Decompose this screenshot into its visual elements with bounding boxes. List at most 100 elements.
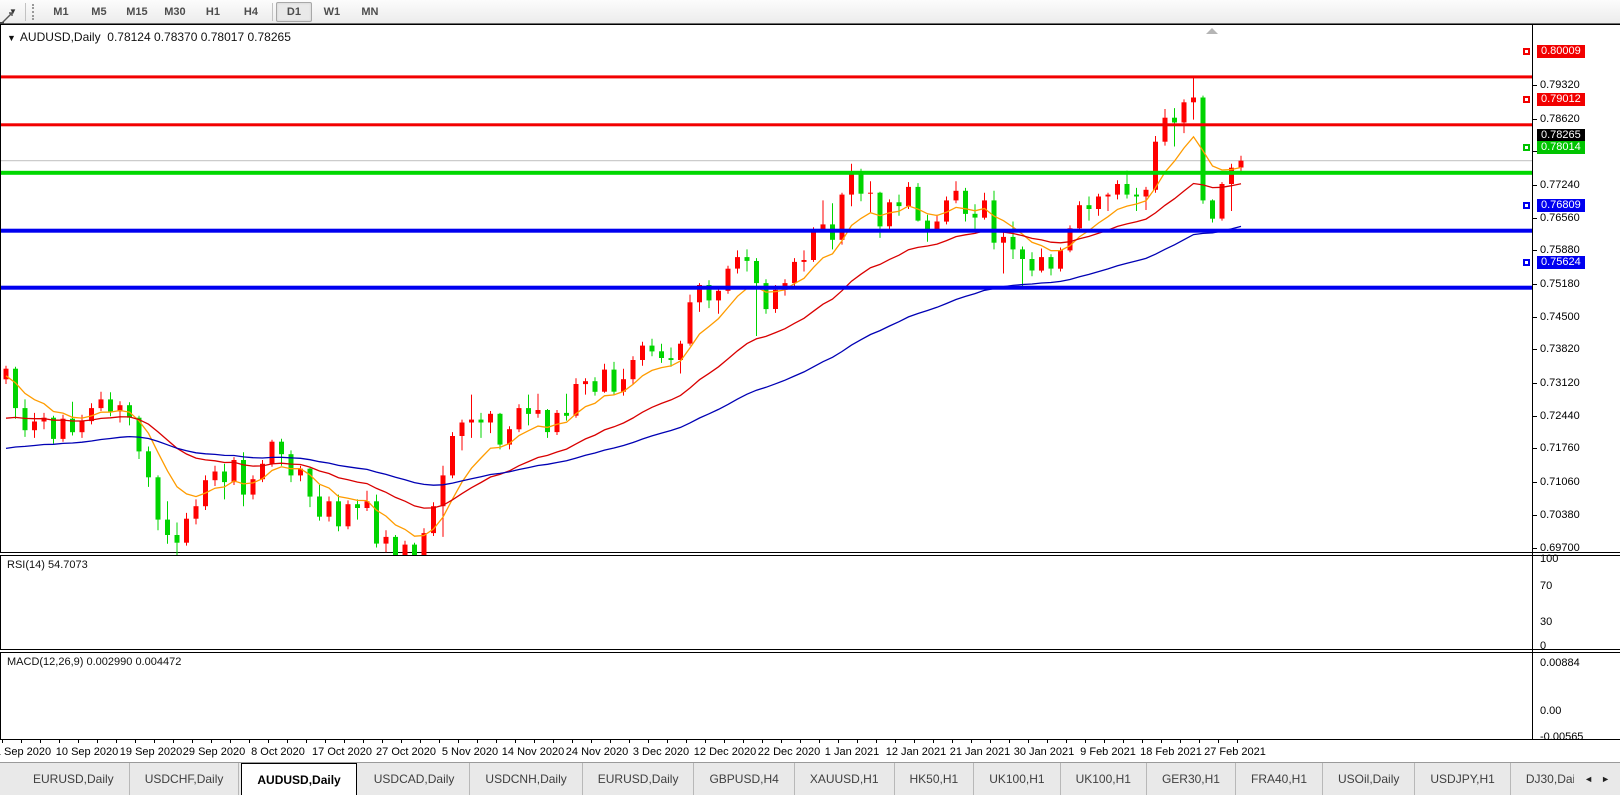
chart-tab-usdcad-daily[interactable]: USDCAD,Daily — [359, 763, 471, 795]
axis-tick-label: 0.72440 — [1540, 410, 1580, 422]
candle — [327, 497, 332, 522]
chart-tab-gbpusd-h4[interactable]: GBPUSD,H4 — [694, 763, 794, 795]
candlestick-chart-canvas[interactable] — [1, 50, 1533, 577]
tabs-scroll-left-icon[interactable]: ◄ — [1584, 774, 1593, 784]
date-tick — [21, 740, 22, 743]
chart-tab-usoil-daily[interactable]: USOil,Daily — [1323, 763, 1415, 795]
candle — [222, 464, 227, 500]
axis-tick — [1532, 284, 1537, 285]
date-label: 5 Nov 2020 — [442, 746, 498, 758]
date-tick — [1161, 740, 1162, 743]
date-tick — [420, 740, 421, 743]
macd-indicator-pane[interactable] — [0, 652, 1620, 740]
candle — [735, 250, 740, 273]
date-label: 3 Dec 2020 — [633, 746, 689, 758]
horizontal-level-line[interactable] — [1, 75, 1533, 78]
candle — [982, 193, 987, 220]
timeframe-button-m30[interactable]: M30 — [157, 2, 193, 22]
timeframe-button-w1[interactable]: W1 — [314, 2, 350, 22]
date-label: 22 Dec 2020 — [758, 746, 820, 758]
slow-ma-line[interactable] — [6, 226, 1241, 485]
candle — [507, 426, 512, 449]
date-tick — [306, 740, 307, 743]
chart-shift-marker[interactable] — [1206, 28, 1218, 34]
chart-tab-uk100-h1[interactable]: UK100,H1 — [974, 763, 1060, 795]
date-tick — [743, 740, 744, 743]
timeframe-button-d1[interactable]: D1 — [276, 2, 312, 22]
date-label: 19 Sep 2020 — [120, 746, 182, 758]
chart-symbol-label: AUDUSD,Daily — [20, 30, 101, 44]
candle — [184, 513, 189, 546]
date-axis[interactable]: 1 Sep 202010 Sep 202019 Sep 202029 Sep 2… — [0, 740, 1620, 762]
axis-tick — [1532, 85, 1537, 86]
chart-tab-usdchf-daily[interactable]: USDCHF,Daily — [130, 763, 240, 795]
toolbar-drag-handle[interactable] — [32, 4, 38, 20]
candle — [716, 288, 721, 314]
candle — [963, 188, 968, 222]
timeframe-toolbar: ▼ M1M5M15M30H1H4D1W1MN — [0, 0, 1620, 24]
macd-value: 0.002990 — [86, 656, 132, 668]
candle — [4, 366, 9, 384]
candle — [251, 475, 256, 499]
date-label: 8 Oct 2020 — [251, 746, 305, 758]
date-tick — [97, 740, 98, 743]
candle — [488, 411, 493, 433]
timeframe-button-m1[interactable]: M1 — [43, 2, 79, 22]
price-tag: 0.79012 — [1537, 93, 1585, 106]
candle — [688, 295, 693, 346]
horizontal-level-line[interactable] — [1, 229, 1533, 233]
tabs-scroll-right-icon[interactable]: ► — [1601, 774, 1610, 784]
rsi-indicator-pane[interactable] — [0, 555, 1620, 650]
timeframe-button-mn[interactable]: MN — [352, 2, 388, 22]
chart-tab-hk50-h1[interactable]: HK50,H1 — [895, 763, 975, 795]
date-tick — [1104, 740, 1105, 743]
candle — [517, 404, 522, 432]
date-label: 27 Oct 2020 — [376, 746, 436, 758]
fast-ma-line[interactable] — [6, 137, 1241, 536]
date-tick — [59, 740, 60, 743]
chart-tab-dj30-daily[interactable]: DJ30,Daily — [1511, 763, 1574, 795]
chart-tab-uk100-h1[interactable]: UK100,H1 — [1061, 763, 1147, 795]
timeframe-button-h1[interactable]: H1 — [195, 2, 231, 22]
chart-tab-ger30-h1[interactable]: GER30,H1 — [1147, 763, 1236, 795]
horizontal-level-line[interactable] — [1, 286, 1533, 290]
candle — [146, 447, 151, 487]
timeframe-button-m15[interactable]: M15 — [119, 2, 155, 22]
candle — [564, 394, 569, 421]
axis-tick-label: 0.76560 — [1540, 212, 1580, 224]
candle — [906, 182, 911, 209]
chart-tab-usdjpy-h1[interactable]: USDJPY,H1 — [1415, 763, 1510, 795]
candle — [1210, 199, 1215, 222]
price-chart-pane[interactable] — [0, 24, 1620, 553]
chart-tab-audusd-daily[interactable]: AUDUSD,Daily — [241, 763, 356, 795]
date-tick — [686, 740, 687, 743]
timeframe-button-h4[interactable]: H4 — [233, 2, 269, 22]
axis-tick — [1532, 515, 1537, 516]
chart-tab-eurusd-daily[interactable]: EURUSD,Daily — [18, 763, 130, 795]
candle — [450, 432, 455, 478]
chart-tab-usdcnh-daily[interactable]: USDCNH,Daily — [470, 763, 582, 795]
axis-tick-label: 0.71760 — [1540, 442, 1580, 454]
level-axis-marker — [1523, 96, 1530, 103]
axis-tick — [1532, 482, 1537, 483]
chart-tab-xauusd-h1[interactable]: XAUUSD,H1 — [795, 763, 895, 795]
date-tick — [363, 740, 364, 743]
ohlc-low: 0.78017 — [201, 30, 244, 44]
date-tick — [895, 740, 896, 743]
date-tick — [1180, 740, 1181, 743]
candle — [89, 403, 94, 424]
timeframe-button-m5[interactable]: M5 — [81, 2, 117, 22]
chart-tab-fra40-h1[interactable]: FRA40,H1 — [1236, 763, 1323, 795]
horizontal-level-line[interactable] — [1, 123, 1533, 126]
date-tick — [135, 740, 136, 743]
candle — [650, 339, 655, 356]
candle — [973, 204, 978, 230]
horizontal-level-line[interactable] — [1, 171, 1533, 175]
symbol-dropdown-icon[interactable]: ▼ — [7, 33, 16, 43]
macd-label: MACD(12,26,9) 0.002990 0.004472 — [7, 656, 181, 668]
date-label: 1 Jan 2021 — [825, 746, 879, 758]
axis-tick-label: 0.79320 — [1540, 79, 1580, 91]
date-tick — [534, 740, 535, 743]
chart-tab-eurusd-daily[interactable]: EURUSD,Daily — [583, 763, 695, 795]
toolbar-separator — [272, 3, 273, 21]
